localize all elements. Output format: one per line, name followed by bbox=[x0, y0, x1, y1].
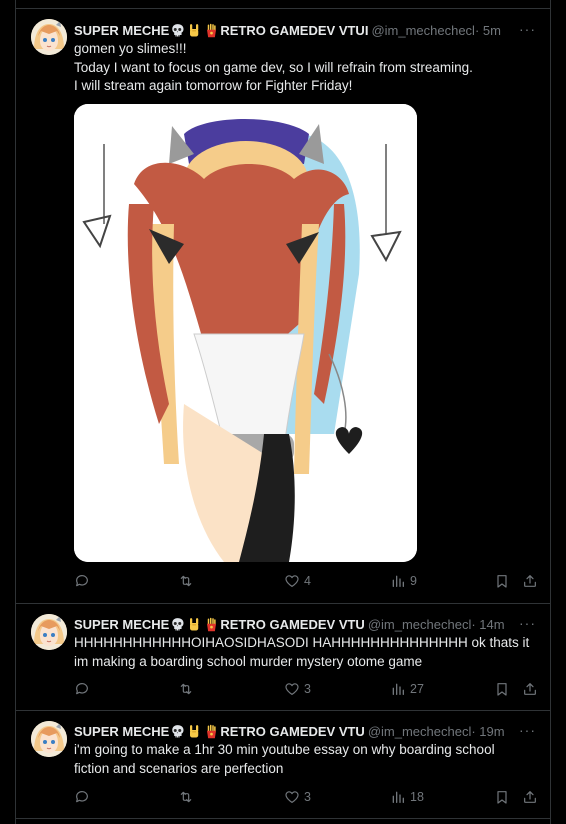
heart-icon bbox=[284, 573, 300, 589]
reply-icon bbox=[74, 573, 90, 589]
share-icon bbox=[522, 789, 538, 805]
skull-icon bbox=[170, 724, 185, 739]
reply-button[interactable] bbox=[74, 787, 94, 807]
skull-icon bbox=[170, 23, 185, 38]
timestamp[interactable]: · 5m bbox=[475, 23, 501, 38]
views-icon bbox=[390, 681, 406, 697]
bookmark-button[interactable] bbox=[494, 787, 510, 807]
tweet-header: SUPER MECHE RETRO GAMEDEV VTU @im_mechec… bbox=[74, 615, 538, 633]
tweet-image[interactable] bbox=[74, 104, 417, 562]
repost-button[interactable] bbox=[178, 571, 198, 591]
timestamp[interactable]: · 14m bbox=[471, 617, 504, 632]
like-button[interactable]: 4 bbox=[284, 571, 311, 591]
share-button[interactable] bbox=[522, 679, 538, 699]
tweet-text: gomen yo slimes!!! Today I want to focus… bbox=[74, 41, 473, 93]
repost-icon bbox=[178, 789, 194, 805]
like-count: 3 bbox=[304, 790, 311, 804]
tweet-actions: 3 27 bbox=[74, 679, 538, 699]
handle[interactable]: @im_mechechecl bbox=[371, 23, 475, 38]
avatar[interactable] bbox=[31, 614, 67, 650]
repost-button[interactable] bbox=[178, 787, 198, 807]
reply-button[interactable] bbox=[74, 679, 94, 699]
view-count: 18 bbox=[410, 790, 424, 804]
share-button[interactable] bbox=[522, 571, 538, 591]
tweet-text: i'm going to make a 1hr 30 min youtube e… bbox=[74, 742, 495, 776]
heart-icon bbox=[284, 681, 300, 697]
handle[interactable]: @im_mechechecl bbox=[368, 724, 472, 739]
view-count: 27 bbox=[410, 682, 424, 696]
avatar[interactable] bbox=[31, 721, 67, 757]
views-button[interactable]: 9 bbox=[390, 571, 417, 591]
share-icon bbox=[522, 573, 538, 589]
fries-icon bbox=[204, 617, 219, 632]
more-options-icon[interactable]: ··· bbox=[519, 21, 536, 37]
tweet-actions: 4 9 bbox=[74, 571, 538, 591]
views-button[interactable]: 18 bbox=[390, 787, 424, 807]
sign-of-horns-icon bbox=[187, 617, 202, 632]
divider bbox=[16, 818, 550, 819]
views-icon bbox=[390, 573, 406, 589]
tweet[interactable]: SUPER MECHE RETRO GAMEDEV VTUI @im_meche… bbox=[16, 9, 550, 603]
display-name[interactable]: SUPER MECHE RETRO GAMEDEV VTU bbox=[74, 617, 365, 632]
timestamp[interactable]: · 19m bbox=[471, 724, 504, 739]
handle[interactable]: @im_mechechecl bbox=[368, 617, 472, 632]
repost-icon bbox=[178, 573, 194, 589]
sign-of-horns-icon bbox=[187, 23, 202, 38]
views-button[interactable]: 27 bbox=[390, 679, 424, 699]
fries-icon bbox=[204, 724, 219, 739]
bookmark-button[interactable] bbox=[494, 571, 510, 591]
display-name[interactable]: SUPER MECHE RETRO GAMEDEV VTU bbox=[74, 724, 365, 739]
tweet[interactable]: SUPER MECHE RETRO GAMEDEV VTU @im_mechec… bbox=[16, 604, 550, 710]
bookmark-icon bbox=[494, 573, 510, 589]
repost-button[interactable] bbox=[178, 679, 198, 699]
like-button[interactable]: 3 bbox=[284, 679, 311, 699]
share-icon bbox=[522, 681, 538, 697]
repost-icon bbox=[178, 681, 194, 697]
avatar[interactable] bbox=[31, 19, 67, 55]
bookmark-icon bbox=[494, 681, 510, 697]
like-button[interactable]: 3 bbox=[284, 787, 311, 807]
view-count: 9 bbox=[410, 574, 417, 588]
bookmark-button[interactable] bbox=[494, 679, 510, 699]
skull-icon bbox=[170, 617, 185, 632]
tweet[interactable]: SUPER MECHE RETRO GAMEDEV VTU @im_mechec… bbox=[16, 711, 550, 817]
display-name[interactable]: SUPER MECHE RETRO GAMEDEV VTUI bbox=[74, 23, 368, 38]
fries-icon bbox=[204, 23, 219, 38]
sign-of-horns-icon bbox=[187, 724, 202, 739]
bookmark-icon bbox=[494, 789, 510, 805]
tweet-header: SUPER MECHE RETRO GAMEDEV VTU @im_mechec… bbox=[74, 722, 538, 740]
like-count: 4 bbox=[304, 574, 311, 588]
heart-icon bbox=[284, 789, 300, 805]
timeline: SUPER MECHE RETRO GAMEDEV VTUI @im_meche… bbox=[15, 0, 551, 824]
like-count: 3 bbox=[304, 682, 311, 696]
more-options-icon[interactable]: ··· bbox=[519, 722, 536, 738]
tweet-header: SUPER MECHE RETRO GAMEDEV VTUI @im_meche… bbox=[74, 21, 538, 39]
character-illustration bbox=[74, 104, 417, 562]
reply-icon bbox=[74, 789, 90, 805]
tweet-actions: 3 18 bbox=[74, 787, 538, 807]
reply-button[interactable] bbox=[74, 571, 94, 591]
share-button[interactable] bbox=[522, 787, 538, 807]
views-icon bbox=[390, 789, 406, 805]
more-options-icon[interactable]: ··· bbox=[519, 615, 536, 631]
tweet-text: HHHHHHHHHHHHOIHAOSIDHASODI HAHHHHHHHHHHH… bbox=[74, 635, 530, 669]
reply-icon bbox=[74, 681, 90, 697]
